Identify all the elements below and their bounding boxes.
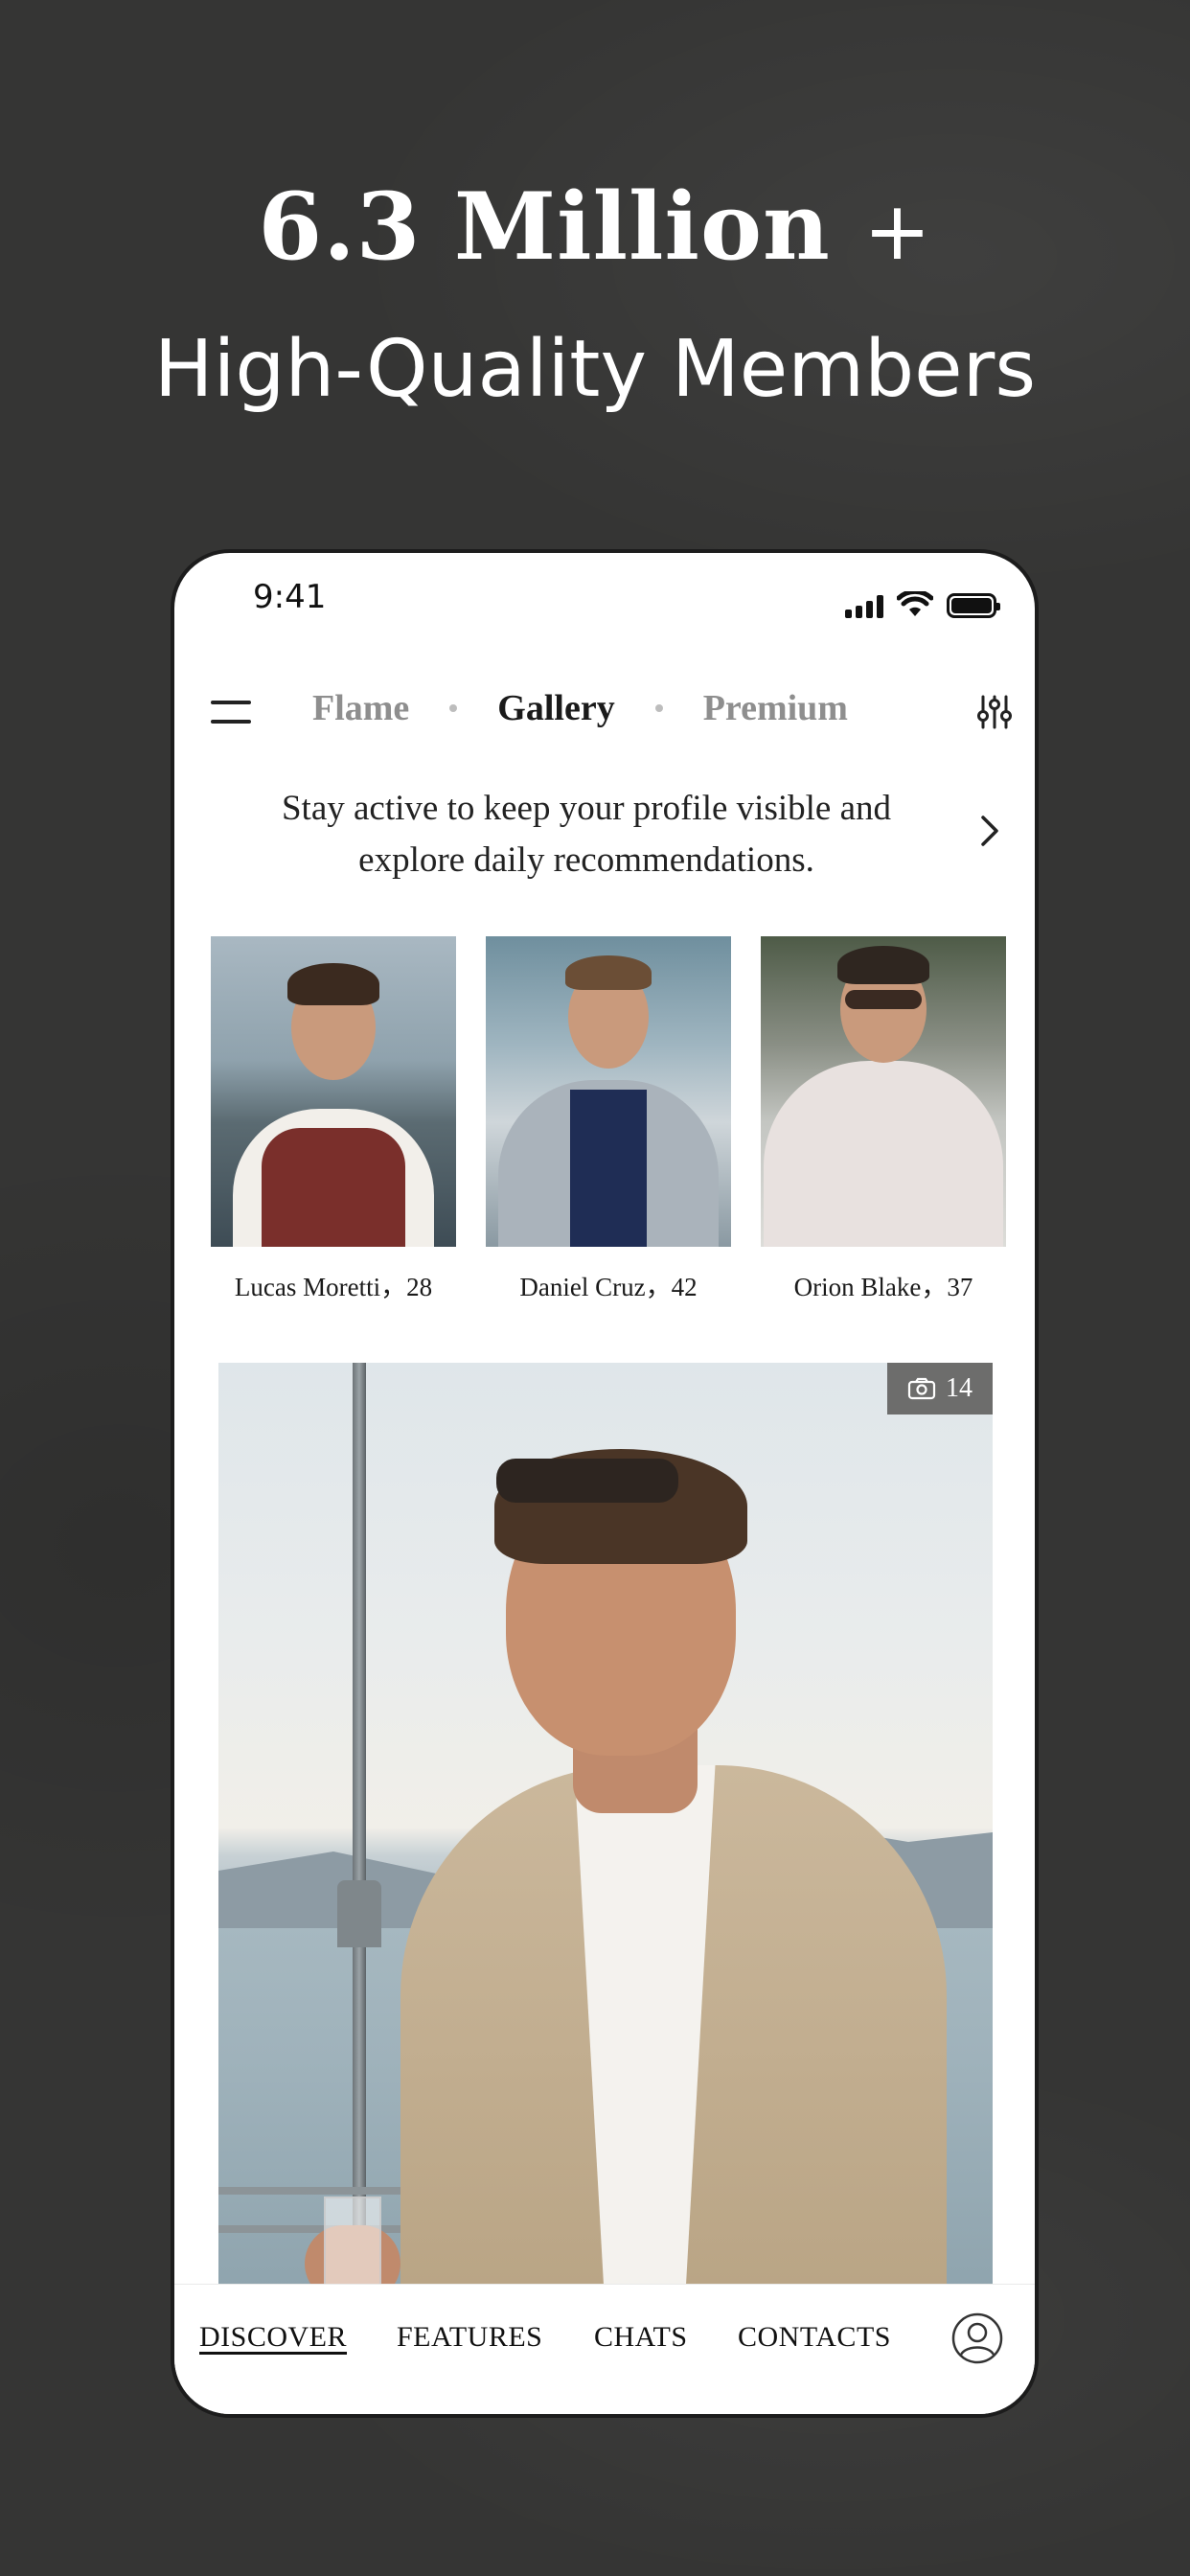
tab-flame[interactable]: Flame (299, 687, 423, 729)
menu-icon[interactable] (211, 699, 251, 727)
recommendation-list: Lucas Moretti，28 Daniel Cruz，42 Orion Bl… (211, 936, 1006, 1303)
wine-glass (324, 2196, 381, 2292)
featured-profile-photo[interactable]: 14 (218, 1363, 993, 2292)
nav-features[interactable]: FEATURES (397, 2321, 542, 2354)
top-navigation: Flame Gallery Premium (174, 678, 1035, 754)
battery-icon (947, 593, 1000, 618)
wifi-icon (897, 591, 933, 616)
hero-headline: 6.3 Million + (0, 172, 1190, 281)
phone-mockup: 9:41 Flame Gallery Premium Stay active t… (171, 549, 1039, 2418)
tab-separator (654, 704, 663, 712)
tab-separator (449, 704, 458, 712)
photo-count-value: 14 (946, 1373, 973, 1403)
profile-name-age: Lucas Moretti，28 (234, 1273, 433, 1301)
status-icons (845, 591, 1000, 618)
bottom-navigation: DISCOVER FEATURES CHATS CONTACTS (174, 2284, 1035, 2414)
profile-name-age: Orion Blake，37 (793, 1273, 973, 1301)
profile-photo (211, 936, 456, 1247)
hero-subtitle: High-Quality Members (153, 324, 1037, 415)
camera-icon (907, 1377, 936, 1400)
plus-sign: + (863, 184, 932, 278)
pole (353, 1363, 366, 2292)
activity-notice[interactable]: Stay active to keep your profile visible… (251, 783, 922, 886)
status-time: 9:41 (253, 578, 327, 616)
profile-name-age: Daniel Cruz，42 (519, 1273, 698, 1301)
nav-discover[interactable]: DISCOVER (199, 2321, 347, 2354)
tab-gallery[interactable]: Gallery (484, 687, 628, 729)
profile-icon[interactable] (950, 2312, 1004, 2365)
tab-bar: Flame Gallery Premium (299, 687, 861, 729)
member-count: 6.3 Million (258, 172, 831, 281)
chevron-right-icon[interactable] (975, 812, 1002, 850)
cellular-signal-icon (845, 595, 883, 618)
sunglasses (496, 1459, 678, 1503)
profile-card[interactable]: Orion Blake，37 (761, 936, 1006, 1303)
profile-photo (486, 936, 731, 1247)
nav-chats[interactable]: CHATS (594, 2321, 688, 2354)
nav-contacts[interactable]: CONTACTS (738, 2321, 891, 2354)
filter-sliders-icon[interactable] (975, 693, 1014, 731)
profile-card[interactable]: Lucas Moretti，28 (211, 936, 456, 1303)
profile-card[interactable]: Daniel Cruz，42 (486, 936, 731, 1303)
profile-photo (761, 936, 1006, 1247)
tab-premium[interactable]: Premium (690, 687, 861, 729)
photo-count-badge: 14 (887, 1363, 993, 1414)
